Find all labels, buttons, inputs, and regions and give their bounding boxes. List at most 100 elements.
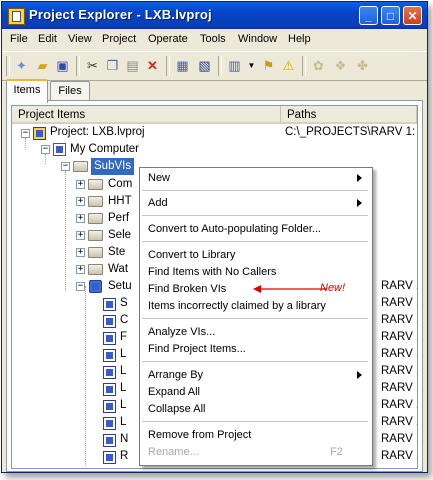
- menu-item-remove-from-project[interactable]: Remove from Project: [148, 426, 251, 444]
- vi-icon: [103, 417, 116, 430]
- view-options-icon[interactable]: ▥: [226, 57, 243, 74]
- chevron-down-icon[interactable]: ▼: [243, 57, 260, 74]
- close-button[interactable]: ✕: [403, 6, 422, 25]
- collapse-toggle[interactable]: −: [41, 145, 50, 154]
- menu-item-add[interactable]: Add: [148, 194, 168, 212]
- new-icon[interactable]: ✦: [13, 57, 30, 74]
- grouped-icon-3[interactable]: ✤: [354, 57, 371, 74]
- tree-item-subvis[interactable]: SubVIs: [91, 158, 135, 175]
- column-header-items[interactable]: Project Items: [12, 106, 281, 124]
- maximize-button[interactable]: □: [381, 6, 400, 25]
- vi-icon: [103, 315, 116, 328]
- menu-operate[interactable]: Operate: [148, 33, 188, 45]
- collapse-toggle[interactable]: −: [21, 129, 30, 138]
- tree-item-project[interactable]: Project: LXB.lvproj: [50, 124, 145, 141]
- tree-item-folder[interactable]: Com: [108, 176, 132, 193]
- tree-item-folder[interactable]: Wat: [108, 261, 128, 278]
- save-all-icon[interactable]: ▣: [54, 57, 71, 74]
- library-icon: [89, 280, 102, 293]
- tab-items[interactable]: Items: [6, 79, 48, 103]
- menu-item-arrange-by[interactable]: Arrange By: [148, 366, 203, 384]
- menu-item-convert-library[interactable]: Convert to Library: [148, 246, 235, 264]
- open-icon[interactable]: ▰: [34, 57, 51, 74]
- minimize-button[interactable]: _: [359, 6, 378, 25]
- menu-help[interactable]: Help: [288, 33, 311, 45]
- tree-item-vi[interactable]: L: [120, 346, 126, 363]
- toolbar-separator: [76, 56, 80, 76]
- expand-toggle[interactable]: +: [76, 214, 85, 223]
- context-menu: New Add Convert to Auto-populating Folde…: [139, 167, 373, 466]
- menu-window[interactable]: Window: [238, 33, 277, 45]
- menu-item-find-broken-vis[interactable]: Find Broken VIs: [148, 280, 226, 298]
- menu-project[interactable]: Project: [102, 33, 136, 45]
- menu-item-incorrectly-claimed[interactable]: Items incorrectly claimed by a library: [148, 297, 326, 315]
- tree-item-vi[interactable]: S: [120, 295, 128, 312]
- tree-item-vi[interactable]: L: [120, 380, 126, 397]
- menu-item-expand-all[interactable]: Expand All: [148, 383, 200, 401]
- tree-item-vi[interactable]: L: [120, 363, 126, 380]
- copy-icon[interactable]: ❐: [104, 57, 121, 74]
- tree-item-folder[interactable]: HHT: [108, 193, 132, 210]
- submenu-arrow-icon: [357, 371, 362, 379]
- collapse-toggle[interactable]: −: [76, 282, 85, 291]
- cut-icon[interactable]: ✂: [84, 57, 101, 74]
- folder-icon: [88, 196, 103, 207]
- menu-separator: [142, 361, 368, 362]
- menu-file[interactable]: File: [10, 33, 28, 45]
- project-icon: [33, 127, 46, 140]
- tree-item-my-computer[interactable]: My Computer: [70, 141, 139, 158]
- toolbar-separator: [302, 56, 306, 76]
- menu-bar: File Edit View Project Operate Tools Win…: [2, 30, 427, 50]
- tree-item-folder[interactable]: Perf: [108, 210, 129, 227]
- delete-icon[interactable]: ✕: [144, 57, 161, 74]
- path-cell: RARV 1:: [381, 297, 417, 309]
- vi-icon: [103, 383, 116, 396]
- menu-item-find-project-items[interactable]: Find Project Items...: [148, 340, 246, 358]
- menu-item-find-no-callers[interactable]: Find Items with No Callers: [148, 263, 276, 281]
- tree-item-folder[interactable]: Ste: [108, 244, 125, 261]
- menu-item-convert-auto-folder[interactable]: Convert to Auto-populating Folder...: [148, 220, 321, 238]
- folder-icon: [88, 213, 103, 224]
- menu-item-new[interactable]: New: [148, 169, 170, 187]
- tab-files[interactable]: Files: [50, 81, 90, 101]
- tree-item-vi[interactable]: C: [120, 312, 128, 329]
- collapse-toggle[interactable]: −: [61, 162, 70, 171]
- paste-icon[interactable]: ▤: [124, 57, 141, 74]
- vi-icon: [103, 349, 116, 362]
- menu-view[interactable]: View: [68, 33, 92, 45]
- menu-item-analyze-vis[interactable]: Analyze VIs...: [148, 323, 215, 341]
- warning-icon[interactable]: ⚠: [280, 57, 297, 74]
- menu-item-collapse-all[interactable]: Collapse All: [148, 400, 205, 418]
- column-header-paths[interactable]: Paths: [281, 106, 417, 124]
- expand-toggle[interactable]: +: [76, 180, 85, 189]
- computer-icon: [53, 143, 66, 156]
- path-cell: RARV 1:: [381, 399, 417, 411]
- toolbar-separator: [218, 56, 222, 76]
- expand-toggle[interactable]: +: [76, 248, 85, 257]
- tree-item-vi[interactable]: L: [120, 414, 126, 431]
- tree-line: [45, 154, 46, 164]
- grouped-icon-2[interactable]: ❖: [332, 57, 349, 74]
- grouped-icon-1[interactable]: ✿: [310, 57, 327, 74]
- tree-item-folder[interactable]: Setu: [108, 278, 132, 295]
- deploy-icon[interactable]: ▧: [196, 57, 213, 74]
- tree-item-vi[interactable]: L: [120, 397, 126, 414]
- build-icon[interactable]: ▦: [174, 57, 191, 74]
- vi-icon: [103, 366, 116, 379]
- expand-toggle[interactable]: +: [76, 231, 85, 240]
- path-cell: RARV 1:: [381, 382, 417, 394]
- folder-icon: [88, 230, 103, 241]
- title-bar[interactable]: Project Explorer - LXB.lvproj _ □ ✕: [2, 2, 427, 29]
- expand-toggle[interactable]: +: [76, 197, 85, 206]
- path-cell: RARV 1:: [381, 450, 417, 462]
- tree-item-vi[interactable]: R: [120, 448, 128, 465]
- path-cell: RARV 1:: [381, 314, 417, 326]
- expand-toggle[interactable]: +: [76, 265, 85, 274]
- tree-item-vi[interactable]: F: [120, 329, 127, 346]
- add-folder-icon[interactable]: ⚑: [260, 57, 277, 74]
- tree-item-vi[interactable]: N: [120, 431, 128, 448]
- menu-edit[interactable]: Edit: [38, 33, 57, 45]
- toolbar-grip[interactable]: [6, 56, 10, 76]
- menu-tools[interactable]: Tools: [200, 33, 226, 45]
- tree-item-folder[interactable]: Sele: [108, 227, 131, 244]
